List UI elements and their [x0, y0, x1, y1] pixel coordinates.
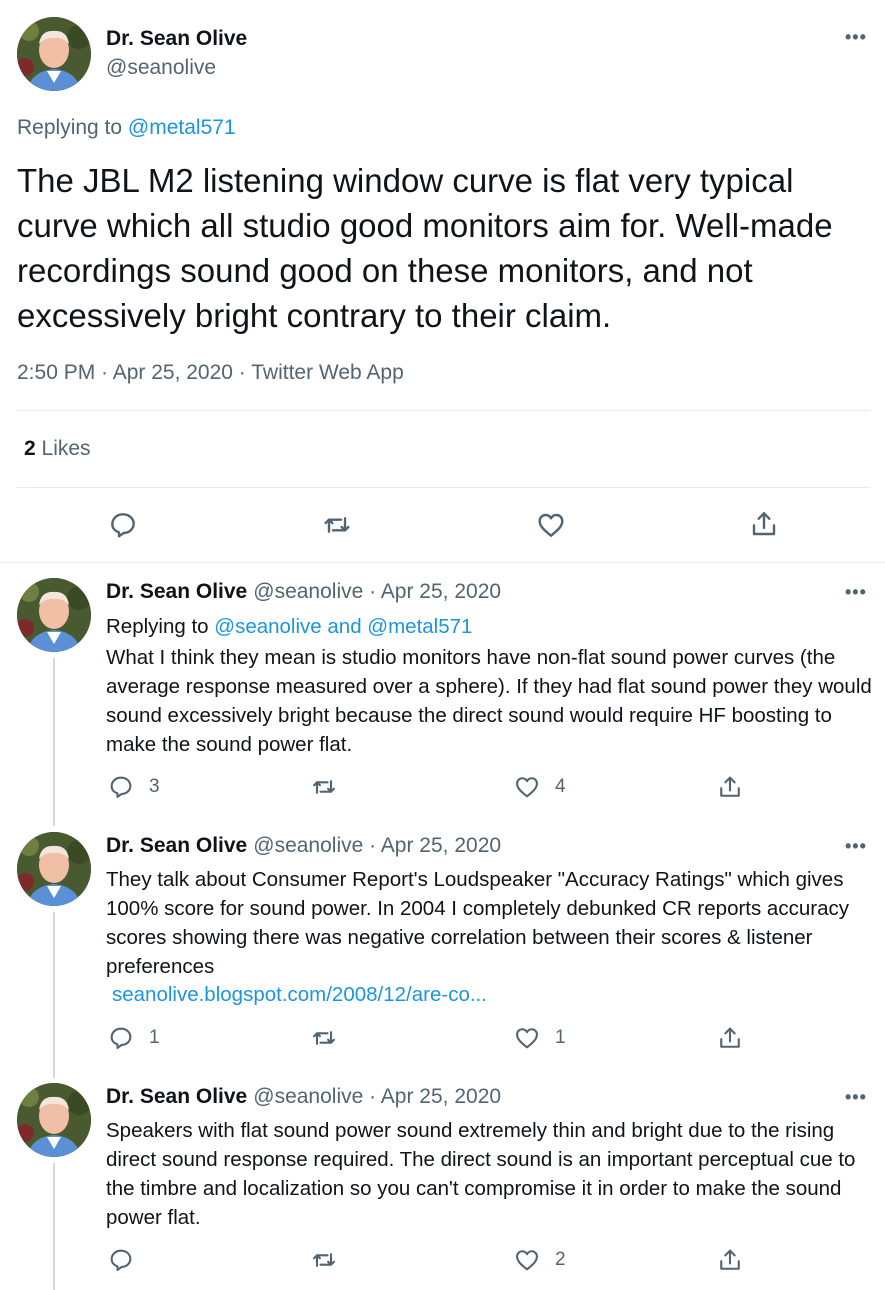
tweet-text: They talk about Consumer Report's Loudsp…: [106, 868, 849, 978]
like-button[interactable]: 4: [513, 773, 566, 801]
like-count: 4: [555, 776, 566, 797]
reply-header: Dr. Sean Olive @seanolive · Apr 25, 2020: [106, 834, 501, 858]
retweet-icon: [313, 780, 335, 794]
share-button[interactable]: [716, 772, 744, 802]
more-icon[interactable]: •••: [845, 1087, 867, 1108]
reply-header: Dr. Sean Olive @seanolive · Apr 25, 2020: [106, 1085, 501, 1109]
like-count: 1: [555, 1027, 566, 1048]
share-icon: [752, 512, 776, 536]
reply-button[interactable]: 3: [107, 773, 160, 801]
thread-line: [53, 912, 55, 1078]
share-button[interactable]: [748, 507, 780, 541]
divider: [17, 410, 870, 411]
like-icon: [516, 777, 538, 798]
thread-line: [53, 1163, 55, 1290]
share-button[interactable]: [716, 1023, 744, 1053]
share-button[interactable]: [716, 1245, 744, 1275]
share-icon: [720, 1249, 740, 1270]
divider: [17, 487, 870, 488]
tweet-timestamp[interactable]: 2:50 PM · Apr 25, 2020 · Twitter Web App: [17, 361, 404, 385]
replying-to-label: Replying to: [106, 615, 209, 638]
like-button[interactable]: 1: [513, 1024, 566, 1052]
avatar[interactable]: [17, 578, 91, 652]
author-handle[interactable]: @seanolive: [106, 56, 216, 80]
avatar[interactable]: [17, 832, 91, 906]
replying-to-link[interactable]: @seanolive and @metal571: [214, 615, 472, 638]
reply-header: Dr. Sean Olive @seanolive · Apr 25, 2020: [106, 580, 501, 604]
reply-icon: [111, 513, 135, 538]
share-icon: [720, 776, 740, 797]
reply-icon: [110, 776, 132, 798]
likes-label: Likes: [41, 437, 91, 460]
more-icon[interactable]: •••: [845, 836, 867, 857]
avatar[interactable]: [17, 1083, 91, 1157]
tweet-text: What I think they mean is studio monitor…: [106, 646, 872, 756]
like-button[interactable]: 2: [513, 1246, 566, 1274]
handle-date[interactable]: @seanolive · Apr 25, 2020: [253, 1085, 501, 1108]
author-name[interactable]: Dr. Sean Olive: [106, 27, 247, 51]
author-name[interactable]: Dr. Sean Olive: [106, 1085, 247, 1108]
like-count: 2: [555, 1249, 566, 1270]
reply-icon: [110, 1249, 132, 1271]
author-name[interactable]: Dr. Sean Olive: [106, 580, 247, 603]
replying-to-line: Replying to @seanolive and @metal571: [106, 612, 876, 641]
tweet-text: Speakers with flat sound power sound ext…: [106, 1119, 856, 1229]
replying-to-line: Replying to @metal571: [17, 116, 236, 140]
like-icon: [516, 1250, 538, 1271]
reply-button[interactable]: [107, 509, 139, 541]
replying-to-label: Replying to: [17, 116, 123, 139]
handle-date[interactable]: @seanolive · Apr 25, 2020: [253, 834, 501, 857]
like-icon: [516, 1028, 538, 1049]
like-button[interactable]: [535, 509, 567, 541]
likes-number: 2: [24, 437, 36, 460]
retweet-icon: [324, 517, 350, 533]
retweet-button[interactable]: [309, 1024, 339, 1052]
reply-count: 1: [149, 1027, 160, 1048]
reply-count: 3: [149, 776, 160, 797]
retweet-button[interactable]: [320, 509, 354, 541]
reply-icon: [110, 1027, 132, 1049]
author-name[interactable]: Dr. Sean Olive: [106, 834, 247, 857]
handle-date[interactable]: @seanolive · Apr 25, 2020: [253, 580, 501, 603]
replying-to-link[interactable]: @metal571: [128, 116, 236, 139]
likes-count[interactable]: 2 Likes: [24, 437, 91, 461]
more-icon[interactable]: •••: [845, 582, 867, 603]
reply-button[interactable]: [107, 1246, 149, 1274]
retweet-icon: [313, 1031, 335, 1045]
like-icon: [538, 513, 564, 537]
more-icon[interactable]: •••: [845, 27, 867, 48]
share-icon: [720, 1027, 740, 1048]
retweet-button[interactable]: [309, 773, 339, 801]
avatar[interactable]: [17, 17, 91, 91]
reply-button[interactable]: 1: [107, 1024, 160, 1052]
tweet-link[interactable]: seanolive.blogspot.com/2008/12/are-co...: [112, 983, 487, 1007]
divider: [0, 562, 885, 563]
retweet-button[interactable]: [309, 1246, 339, 1274]
retweet-icon: [313, 1253, 335, 1267]
tweet-text: The JBL M2 listening window curve is fla…: [17, 162, 833, 334]
thread-line: [53, 658, 55, 826]
